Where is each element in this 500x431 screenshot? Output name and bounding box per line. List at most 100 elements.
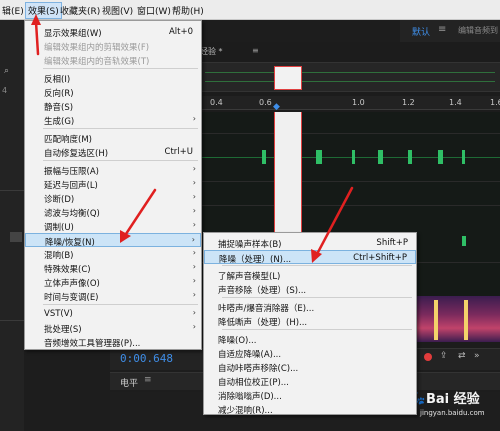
menu-separator: [43, 160, 198, 161]
menu-item-dehummer[interactable]: 消除嗡嗡声(D)...: [204, 388, 416, 402]
levels-panel-title[interactable]: 电平: [120, 376, 138, 389]
ruler-tick: 1.4: [449, 98, 462, 107]
menu-separator: [222, 265, 412, 266]
submenu-arrow-icon: ›: [192, 276, 196, 285]
grid-line: [200, 181, 500, 182]
menu-item-amplitude-compression[interactable]: 振幅与压限(A) ›: [25, 163, 201, 177]
ruler-tick: 0.4: [210, 98, 223, 107]
menu-item-modulation[interactable]: 调制(U) ›: [25, 219, 201, 233]
waveform-burst: [262, 150, 266, 164]
menu-item-auto-phase-correction[interactable]: 自动相位校正(P)...: [204, 374, 416, 388]
menu-item-reverb[interactable]: 混响(B) ›: [25, 247, 201, 261]
menu-item-capture-noise-print[interactable]: 捕捉噪声样本(B) Shift+P: [204, 236, 416, 250]
document-tab[interactable]: 经验 *: [200, 46, 223, 57]
submenu-arrow-icon: ›: [192, 114, 196, 123]
submenu-arrow-icon: ›: [192, 178, 196, 187]
menu-item-batch[interactable]: 批处理(S) ›: [25, 321, 201, 335]
menu-item-edit-track-effects: 编辑效果组内的音轨效果(T): [44, 57, 150, 67]
menu-edit[interactable]: 辑(E): [2, 4, 24, 17]
waveform-burst: [438, 150, 443, 164]
workspace-bar: 默认 ≡ 编辑音频到: [400, 20, 500, 42]
menu-item-click-pop-eliminator[interactable]: 咔嗒声/爆音消除器（E)...: [204, 300, 416, 314]
playhead-icon[interactable]: ◆: [273, 102, 280, 112]
menu-item-filter-eq[interactable]: 滤波与均衡(Q) ›: [25, 205, 201, 219]
ruler-tick: 0.6: [259, 98, 272, 107]
divider: [0, 320, 24, 321]
menu-item-reduce-reverb[interactable]: 减少混响(R)...: [204, 402, 416, 416]
workspace-default[interactable]: 默认: [412, 25, 430, 38]
waveform-burst: [408, 150, 412, 164]
grid-line: [200, 133, 500, 134]
divider: [0, 190, 24, 191]
menu-separator: [43, 304, 198, 305]
menu-item-delay-echo[interactable]: 延迟与回声(L) ›: [25, 177, 201, 191]
waveform-burst: [316, 150, 322, 164]
menu-item-adaptive-noise-reduction[interactable]: 自适应降噪(A)...: [204, 346, 416, 360]
menu-separator: [222, 329, 412, 330]
left-panel-label: 4: [2, 86, 8, 95]
menu-separator: [222, 297, 412, 298]
grid-line: [200, 205, 500, 206]
spectral-band: [434, 300, 438, 340]
export-icon[interactable]: ⇪: [440, 351, 448, 361]
menu-item-generate[interactable]: 生成(G) ›: [25, 113, 201, 127]
submenu-arrow-icon: ›: [192, 248, 196, 257]
menu-item-vst[interactable]: VST(V) ›: [25, 307, 201, 321]
watermark-brand: Bai 经验: [426, 392, 480, 407]
menu-item-denoise[interactable]: 降噪(O)...: [204, 332, 416, 346]
menu-item-auto-click-remover[interactable]: 自动咔嗒声移除(C)...: [204, 360, 416, 374]
more-icon[interactable]: »: [474, 351, 480, 361]
menu-item-special[interactable]: 特殊效果(C) ›: [25, 261, 201, 275]
menu-separator: [43, 128, 198, 129]
submenu-arrow-icon: ›: [192, 262, 196, 271]
waveform-burst: [352, 150, 355, 164]
search-icon[interactable]: ⌕: [4, 66, 9, 76]
time-display: 0:00.648: [120, 352, 173, 365]
submenu-arrow-icon: ›: [192, 164, 196, 173]
menu-item-match-loudness[interactable]: 匹配响度(M): [25, 131, 201, 145]
levels-menu-icon[interactable]: ≡: [144, 375, 152, 385]
menu-item-silence[interactable]: 静音(S): [25, 99, 201, 113]
menu-effects[interactable]: 效果(S): [25, 2, 62, 19]
workspace-edit[interactable]: 编辑音频到: [458, 25, 498, 36]
menu-item-time-pitch[interactable]: 时间与变调(E) ›: [25, 289, 201, 303]
menu-item-edit-clip-effects: 编辑效果组内的剪辑效果(F): [44, 43, 150, 53]
menu-item-noise-reduction-process[interactable]: 降噪（处理）(N)... Ctrl+Shift+P: [204, 250, 416, 265]
loop-icon[interactable]: ⇄: [458, 351, 466, 361]
ruler-tick: 1.6: [490, 98, 500, 107]
tab-menu-icon[interactable]: ≡: [252, 46, 259, 55]
menu-view[interactable]: 视图(V): [102, 4, 133, 17]
panel-button[interactable]: [10, 232, 22, 242]
watermark-url: jingyan.baidu.com: [420, 409, 485, 417]
overview-selection[interactable]: [274, 66, 302, 90]
menu-item-hiss-reduction[interactable]: 降低嘶声（处理）(H)...: [204, 314, 416, 328]
menu-help[interactable]: 帮助(H): [172, 4, 204, 17]
effects-menu: 显示效果组(W) Alt+0 编辑效果组内的剪辑效果(F) 编辑效果组内的音轨效果…: [24, 20, 202, 350]
menu-item-learn-sound-model[interactable]: 了解声音模型(L): [204, 268, 416, 282]
submenu-arrow-icon: ›: [192, 206, 196, 215]
menu-item-invert[interactable]: 反相(I): [25, 71, 201, 85]
ruler-tick: 1.0: [352, 98, 365, 107]
noise-reduction-submenu: 捕捉噪声样本(B) Shift+P 降噪（处理）(N)... Ctrl+Shift+…: [203, 232, 417, 416]
spectral-display: [416, 296, 500, 342]
submenu-arrow-icon: ›: [192, 322, 196, 331]
waveform-burst: [462, 150, 465, 164]
menu-item-auto-heal[interactable]: 自动修复选区(H) Ctrl+U: [25, 145, 201, 159]
menu-item-noise-reduction-restoration[interactable]: 降噪/恢复(N) ›: [25, 233, 201, 248]
submenu-arrow-icon: ›: [192, 290, 196, 299]
submenu-arrow-icon: ›: [192, 220, 196, 229]
menu-item-sound-remover[interactable]: 声音移除（处理）(S)...: [204, 282, 416, 296]
menu-item-plugin-manager[interactable]: 音频增效工具管理器(P)...: [25, 335, 201, 349]
menu-item-reverse[interactable]: 反向(R): [25, 85, 201, 99]
menu-item-stereo-imagery[interactable]: 立体声声像(O) ›: [25, 275, 201, 289]
menu-item-diagnostics[interactable]: 诊断(D) ›: [25, 191, 201, 205]
left-panel: ⌕ 4: [0, 20, 24, 431]
waveform-burst: [378, 150, 383, 164]
record-button[interactable]: [424, 353, 432, 361]
menu-favorites[interactable]: 收藏夹(R): [60, 4, 100, 17]
menu-item-show-effects-rack[interactable]: 显示效果组(W) Alt+0: [25, 25, 201, 39]
submenu-arrow-icon: ›: [192, 192, 196, 201]
menu-window[interactable]: 窗口(W): [137, 4, 171, 17]
submenu-arrow-icon: ›: [191, 235, 195, 244]
workspace-menu-icon[interactable]: ≡: [438, 24, 446, 35]
